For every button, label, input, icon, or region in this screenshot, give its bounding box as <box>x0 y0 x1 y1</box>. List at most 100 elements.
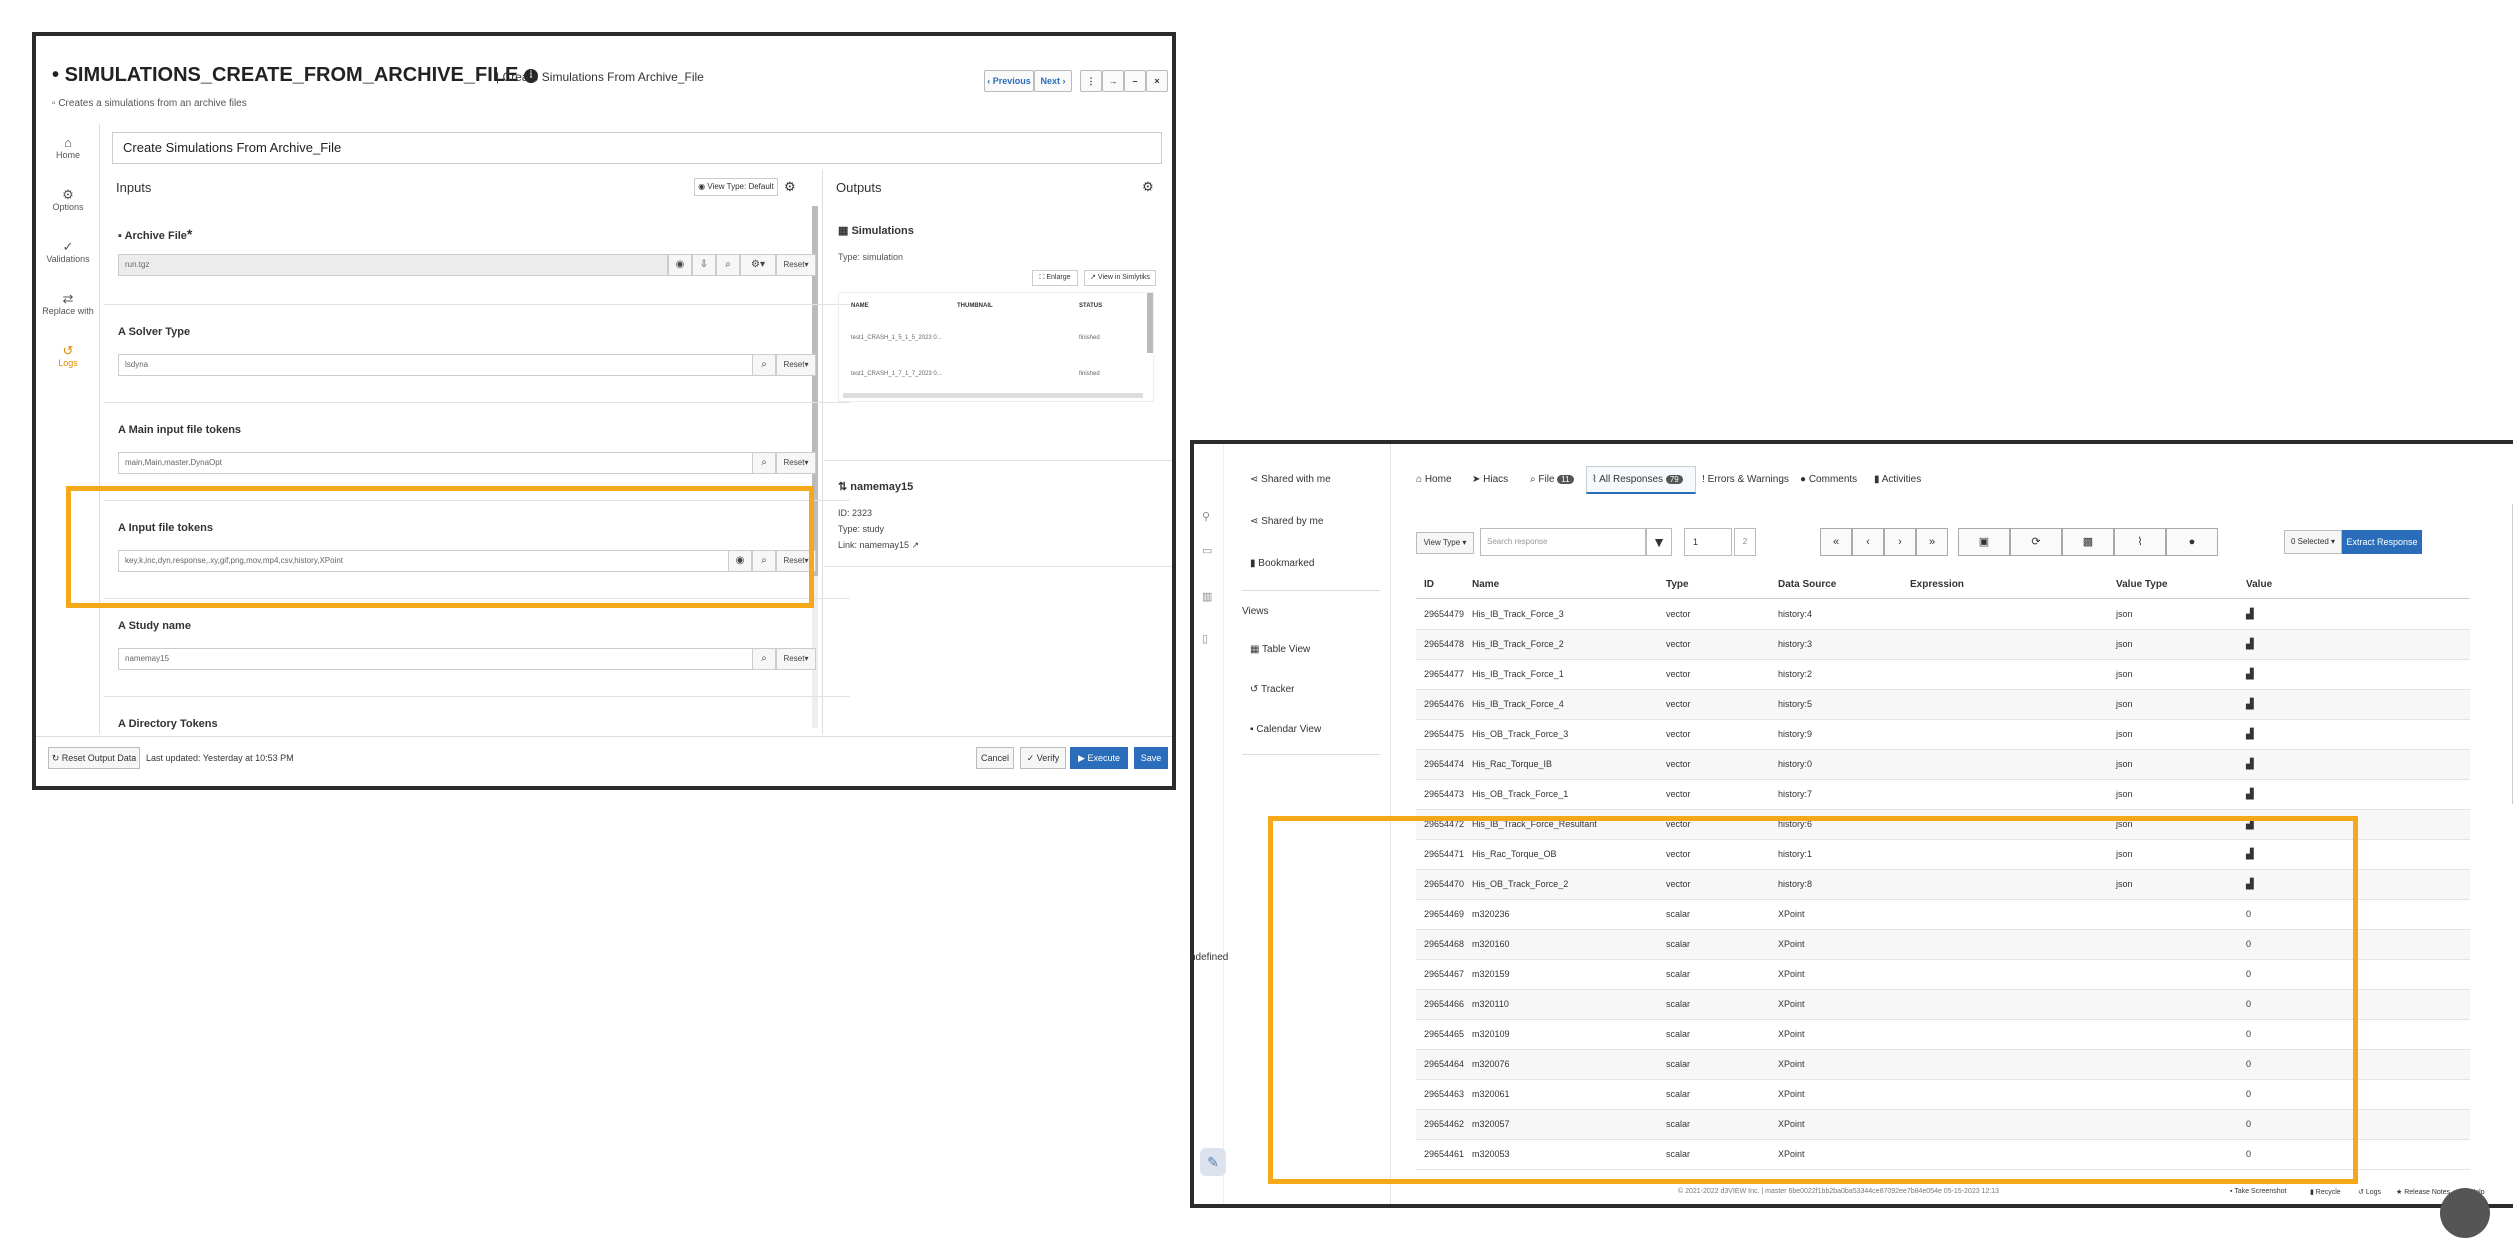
attach-icon[interactable]: ⌕ <box>716 254 740 276</box>
release-notes-link[interactable]: ★ Release Notes <box>2396 1188 2450 1196</box>
page-input[interactable]: 1 <box>1684 528 1732 556</box>
workflow-name-field[interactable]: Create Simulations From Archive_File <box>112 132 1162 164</box>
view-in-simlytiks-button[interactable]: ↗ View in Simlytiks <box>1084 270 1156 286</box>
next-button[interactable]: Next › <box>1034 70 1072 92</box>
col-value-type[interactable]: Value Type <box>2116 579 2168 590</box>
rail-icon-3[interactable]: ▥ <box>1202 590 1212 603</box>
table-row[interactable]: 29654479 His_IB_Track_Force_3 vector histor… <box>1416 600 2470 630</box>
tab-file[interactable]: ⌕ File 11 <box>1530 474 1574 485</box>
sim-row-name[interactable]: test1_CRASH_1_7_1_7_2023 0... <box>851 371 942 377</box>
reset-button[interactable]: Reset▾ <box>776 648 816 670</box>
col-type[interactable]: Type <box>1666 579 1689 590</box>
bar-chart-icon[interactable]: ▟ <box>2246 639 2254 650</box>
bar-chart-icon[interactable]: ▟ <box>2246 699 2254 710</box>
solver-type-input[interactable]: lsdyna <box>118 354 758 376</box>
sidebar-item-validations[interactable]: ✓ Validations <box>36 240 100 265</box>
close-icon[interactable]: × <box>1146 70 1168 92</box>
view-type-button[interactable]: ◉ View Type: Default <box>694 178 778 196</box>
lock-icon[interactable]: ▣ <box>1958 528 2010 556</box>
sidebar-item-home[interactable]: ⌂ Home <box>36 136 100 161</box>
tab-comments[interactable]: ● Comments <box>1800 474 1857 485</box>
study-link[interactable]: Link: namemay15 ↗ <box>838 540 919 551</box>
search-response-input[interactable]: Search response <box>1480 528 1646 556</box>
bar-chart-icon[interactable]: ▟ <box>2246 669 2254 680</box>
circle-icon[interactable]: ● <box>2166 528 2218 556</box>
filter-icon[interactable]: ▼ <box>1646 528 1672 556</box>
first-page-button[interactable]: « <box>1820 528 1852 556</box>
table-row[interactable]: 29654473 His_OB_Track_Force_1 vector histor… <box>1416 780 2470 810</box>
settings-icon[interactable]: ⚙ <box>784 179 796 195</box>
enlarge-button[interactable]: ⛶ Enlarge <box>1032 270 1078 286</box>
verify-button[interactable]: ✓ Verify <box>1020 747 1066 769</box>
rail-icon-2[interactable]: ▭ <box>1202 544 1212 557</box>
settings-icon[interactable]: ⚙ <box>1142 179 1154 195</box>
refresh-icon[interactable]: ⟳ <box>2010 528 2062 556</box>
prev-page-button[interactable]: ‹ <box>1852 528 1884 556</box>
tab-hiacs[interactable]: ➤ Hiacs <box>1472 474 1508 485</box>
col-expression[interactable]: Expression <box>1910 579 1964 590</box>
bar-chart-icon[interactable]: ▟ <box>2246 609 2254 620</box>
arrow-right-icon[interactable]: → <box>1102 70 1124 92</box>
sidebar-item-options[interactable]: ⚙ Options <box>36 188 100 213</box>
bar-chart-icon[interactable]: ▟ <box>2246 729 2254 740</box>
cancel-button[interactable]: Cancel <box>976 747 1014 769</box>
bar-chart-icon[interactable]: ▟ <box>2246 759 2254 770</box>
minimize-icon[interactable]: – <box>1124 70 1146 92</box>
rail-icon-4[interactable]: ▯ <box>1202 632 1208 645</box>
chart-icon[interactable]: ⌇ <box>2114 528 2166 556</box>
logs-link[interactable]: ↺ Logs <box>2358 1188 2381 1196</box>
preview-icon[interactable]: ◉ <box>668 254 692 276</box>
previous-button[interactable]: ‹ Previous <box>984 70 1034 92</box>
next-page-button[interactable]: › <box>1884 528 1916 556</box>
sim-row-name[interactable]: test1_CRASH_1_5_1_5_2023 0... <box>851 335 942 341</box>
col-value[interactable]: Value <box>2246 579 2272 590</box>
download-icon[interactable]: ⇩ <box>692 254 716 276</box>
attach-icon[interactable]: ⌕ <box>752 354 776 376</box>
table-row[interactable]: 29654474 His_Rac_Torque_IB vector history:0… <box>1416 750 2470 780</box>
table-row[interactable]: 29654476 His_IB_Track_Force_4 vector histor… <box>1416 690 2470 720</box>
more-menu-icon[interactable]: ⋮ <box>1080 70 1102 92</box>
take-screenshot-link[interactable]: ▪ Take Screenshot <box>2230 1188 2286 1195</box>
execute-button[interactable]: ▶ Execute <box>1070 747 1128 769</box>
shared-by-me-item[interactable]: ⋖ Shared by me <box>1250 516 1323 527</box>
calendar-view-item[interactable]: ▪ Calendar View <box>1250 724 1321 735</box>
attach-icon[interactable]: ⌕ <box>752 648 776 670</box>
tracker-item[interactable]: ↺ Tracker <box>1250 684 1295 695</box>
table-view-item[interactable]: ▦ Table View <box>1250 644 1310 655</box>
extract-response-button[interactable]: Extract Response <box>2342 530 2422 554</box>
floating-button[interactable] <box>2440 1188 2490 1238</box>
save-button[interactable]: Save <box>1134 747 1168 769</box>
reset-output-button[interactable]: ↻ Reset Output Data <box>48 747 140 769</box>
col-data-source[interactable]: Data Source <box>1778 579 1836 590</box>
gear-menu-icon[interactable]: ⚙▾ <box>740 254 776 276</box>
study-name-input[interactable]: namemay15 <box>118 648 758 670</box>
assistant-icon[interactable]: ✎ <box>1200 1148 1226 1176</box>
vertical-scrollbar[interactable] <box>1147 293 1153 353</box>
sidebar-item-logs[interactable]: ↺ Logs <box>36 344 100 369</box>
table-row[interactable]: 29654475 His_OB_Track_Force_3 vector histor… <box>1416 720 2470 750</box>
view-type-dropdown[interactable]: View Type ▾ <box>1416 532 1474 554</box>
tab-home[interactable]: ⌂ Home <box>1416 474 1452 485</box>
shared-with-me-item[interactable]: ⋖ Shared with me <box>1250 474 1331 485</box>
bar-chart-icon[interactable]: ▟ <box>2246 789 2254 800</box>
col-id[interactable]: ID <box>1424 579 1434 590</box>
tab-errors-warnings[interactable]: ! Errors & Warnings <box>1702 474 1789 485</box>
rail-icon-1[interactable]: ⚲ <box>1202 510 1210 523</box>
recycle-link[interactable]: ▮ Recycle <box>2310 1188 2341 1196</box>
selected-dropdown[interactable]: 0 Selected ▾ <box>2284 530 2342 554</box>
bookmarked-item[interactable]: ▮ Bookmarked <box>1250 558 1314 569</box>
main-tokens-input[interactable]: main,Main,master,DynaOpt <box>118 452 758 474</box>
reset-button[interactable]: Reset▾ <box>776 354 816 376</box>
image-icon[interactable]: ▩ <box>2062 528 2114 556</box>
table-row[interactable]: 29654478 His_IB_Track_Force_2 vector histor… <box>1416 630 2470 660</box>
tab-activities[interactable]: ▮ Activities <box>1874 474 1921 485</box>
horizontal-scrollbar[interactable] <box>843 393 1143 398</box>
table-row[interactable]: 29654477 His_IB_Track_Force_1 vector histor… <box>1416 660 2470 690</box>
sidebar-item-replace[interactable]: ⇄ Replace with <box>36 292 100 317</box>
attach-icon[interactable]: ⌕ <box>752 452 776 474</box>
reset-button[interactable]: Reset▾ <box>776 254 816 276</box>
archive-file-input[interactable]: run.tgz <box>118 254 668 276</box>
last-page-button[interactable]: » <box>1916 528 1948 556</box>
reset-button[interactable]: Reset▾ <box>776 452 816 474</box>
col-name[interactable]: Name <box>1472 579 1499 590</box>
